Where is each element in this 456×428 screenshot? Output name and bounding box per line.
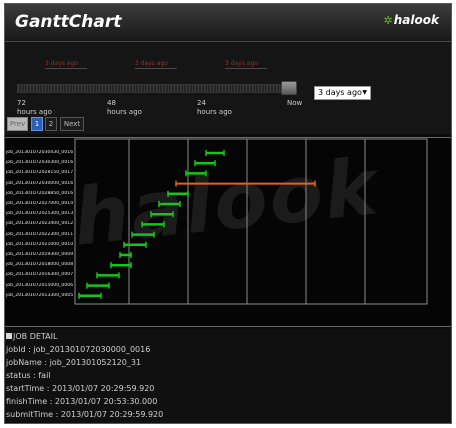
marker-line <box>135 68 177 69</box>
timeline-marker[interactable]: 3 days ago <box>45 60 87 69</box>
app-title: GanttChart <box>15 12 122 32</box>
time-slider-handle[interactable] <box>281 81 297 95</box>
timeline-marker[interactable]: 3 days ago <box>135 60 177 69</box>
page-button-2[interactable]: 2 <box>45 117 57 131</box>
ganttchart-window: GanttChart ✲halook 3 days ago 3 days ago… <box>4 3 452 424</box>
page-button-1[interactable]: 1 <box>31 117 43 131</box>
marker-label: 3 days ago <box>45 60 78 67</box>
detail-job-name: jobName : job_201301052120_31 <box>6 358 142 367</box>
marker-label: 3 days ago <box>225 60 258 67</box>
prev-button[interactable]: Prev <box>7 117 28 131</box>
tick-72h: 72 hours ago <box>17 99 52 116</box>
detail-start-time: startTime : 2013/01/07 20:29:59.920 <box>6 384 155 393</box>
tick-24h: 24 hours ago <box>197 99 232 116</box>
gantt-chart: halook job_201301072030430_0016 job_20130… <box>5 137 451 327</box>
marker-line <box>225 68 267 69</box>
range-select-value: 3 days ago <box>318 88 362 97</box>
job-detail-panel: JOB DETAIL jobId : job_201301072030000_0… <box>5 329 451 423</box>
timeline-marker[interactable]: 3 days ago <box>225 60 267 69</box>
detail-finish-time: finishTime : 2013/01/07 20:53:30.000 <box>6 397 158 406</box>
plot-frame <box>74 138 428 305</box>
tick-48h: 48 hours ago <box>107 99 142 116</box>
app-header: GanttChart ✲halook <box>5 4 451 42</box>
section-square-icon <box>6 333 12 339</box>
logo-text: halook <box>393 13 439 27</box>
marker-line <box>45 68 87 69</box>
chevron-down-icon: ▼ <box>362 89 367 96</box>
time-slider-track[interactable] <box>17 84 293 93</box>
halook-logo: ✲halook <box>384 13 439 27</box>
job-detail-header: JOB DETAIL <box>6 331 57 343</box>
marker-label: 3 days ago <box>135 60 168 67</box>
tick-now: Now <box>287 99 303 107</box>
next-button[interactable]: Next <box>60 117 84 131</box>
detail-status: status : fail <box>6 371 51 380</box>
detail-submit-time: submitTime : 2013/01/07 20:29:59.920 <box>6 410 164 419</box>
halook-logo-icon: ✲ <box>383 14 393 27</box>
gantt-plot <box>74 138 428 305</box>
range-select[interactable]: 3 days ago ▼ <box>314 86 371 100</box>
detail-job-id: jobId : job_201301072030000_0016 <box>6 345 151 354</box>
